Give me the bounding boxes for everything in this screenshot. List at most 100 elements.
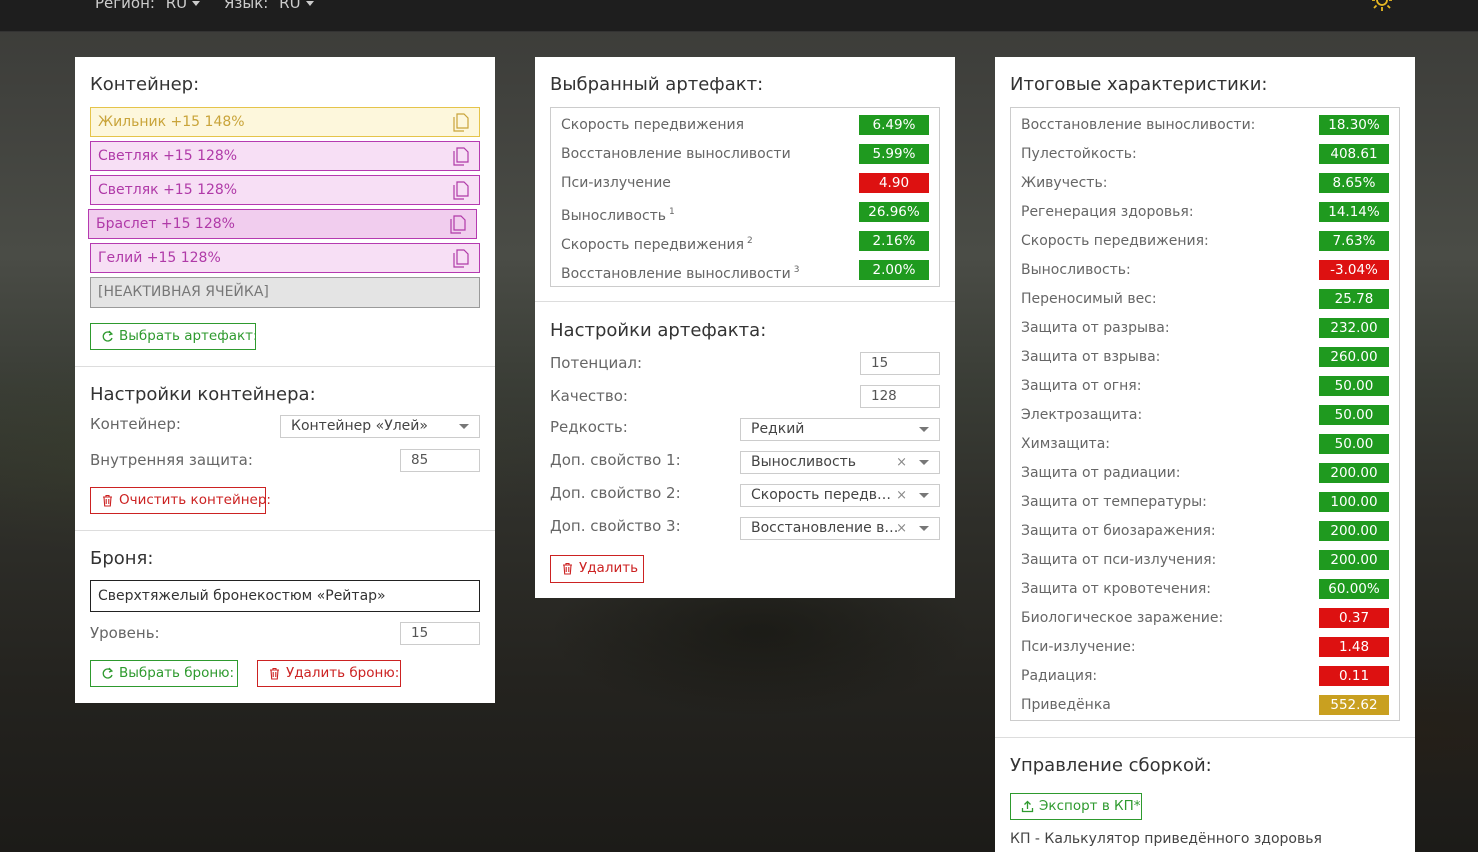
container-slot-2[interactable]: Светляк +15 128% (90, 141, 480, 171)
artifact-stat-value: 5.99% (859, 144, 929, 164)
artifact-title: Выбранный артефакт: (550, 74, 764, 95)
chevron-down-icon (459, 424, 469, 429)
clear-icon[interactable]: × (896, 518, 907, 539)
extra-property-3-label: Доп. свойство 3: (550, 517, 681, 535)
total-stat-value: 50.00 (1319, 405, 1389, 425)
choose-artifact-button[interactable]: Выбрать артефакт: (90, 323, 258, 350)
copy-icon[interactable] (450, 215, 466, 234)
extra-property-2-select[interactable]: Скорость передвижения × (740, 484, 940, 507)
copy-icon[interactable] (453, 147, 469, 166)
total-stat-name: Пулестойкость: (1021, 146, 1137, 162)
total-stat-value: 552.62 (1319, 695, 1389, 715)
refresh-icon (102, 330, 114, 342)
total-stat-name: Защита от огня: (1021, 378, 1142, 394)
total-stat-name: Защита от биозаражения: (1021, 523, 1216, 539)
artifact-stat-value: 4.90 (859, 173, 929, 193)
chevron-down-icon (919, 427, 929, 432)
language-selector[interactable]: Язык: RU (224, 0, 314, 12)
artifact-settings-title: Настройки артефакта: (550, 320, 767, 341)
region-selector[interactable]: Регион: RU (95, 0, 201, 12)
total-stat-name: Химзащита: (1021, 436, 1111, 452)
total-stat-value: 260.00 (1319, 347, 1389, 367)
extra-property-2-label: Доп. свойство 2: (550, 484, 681, 502)
total-stat-name: Защита от взрыва: (1021, 349, 1161, 365)
container-settings-title: Настройки контейнера: (90, 384, 316, 405)
artifact-stat-name: Восстановление выносливости (561, 146, 791, 162)
total-stat-value: 200.00 (1319, 550, 1389, 570)
clear-icon[interactable]: × (896, 452, 907, 473)
copy-icon[interactable] (453, 249, 469, 268)
divider (75, 366, 495, 367)
chevron-down-icon (192, 1, 201, 6)
trash-icon (563, 562, 572, 575)
totals-title: Итоговые характеристики: (1010, 74, 1268, 95)
total-stat-name: Защита от разрыва: (1021, 320, 1170, 336)
extra-property-1-select[interactable]: Выносливость × (740, 451, 940, 474)
total-stat-name: Радиация: (1021, 668, 1098, 684)
copy-icon[interactable] (453, 113, 469, 132)
artifact-stat-name: Скорость передвижения (561, 117, 744, 133)
total-stat-name: Защита от температуры: (1021, 494, 1207, 510)
totals-panel: Итоговые характеристики: Восстановление … (995, 57, 1415, 852)
quality-input[interactable]: 128 (860, 385, 940, 408)
armor-level-input[interactable]: 15 (400, 622, 480, 645)
container-slot-4-selected[interactable]: Браслет +15 128% (88, 209, 477, 239)
total-stat-name: Биологическое заражение: (1021, 610, 1224, 626)
total-stat-value: 7.63% (1319, 231, 1389, 251)
total-stat-name: Живучесть: (1021, 175, 1108, 191)
artifact-panel: Выбранный артефакт: Скорость передвижени… (535, 57, 955, 598)
container-slot-5[interactable]: Гелий +15 128% (90, 243, 480, 273)
copy-icon[interactable] (453, 181, 469, 200)
total-stat-value: 100.00 (1319, 492, 1389, 512)
total-stat-value: 232.00 (1319, 318, 1389, 338)
inner-protection-label: Внутренняя защита: (90, 451, 253, 469)
container-type-select[interactable]: Контейнер «Улей» (280, 415, 480, 438)
total-stat-value: 18.30% (1319, 115, 1389, 135)
total-stat-name: Восстановление выносливости: (1021, 117, 1256, 133)
inner-protection-input[interactable]: 85 (400, 449, 480, 472)
total-stat-value: 60.00% (1319, 579, 1389, 599)
total-stat-value: 14.14% (1319, 202, 1389, 222)
container-title: Контейнер: (90, 74, 200, 95)
rarity-select[interactable]: Редкий (740, 418, 940, 441)
artifact-stat-value: 6.49% (859, 115, 929, 135)
divider (535, 301, 955, 302)
total-stat-value: 408.61 (1319, 144, 1389, 164)
total-stat-name: Защита от кровотечения: (1021, 581, 1211, 597)
extra-property-3-select[interactable]: Восстановление выносливости × (740, 517, 940, 540)
artifact-stat-value: 2.16% (859, 231, 929, 251)
upload-icon (1021, 800, 1034, 813)
total-stat-name: Электрозащита: (1021, 407, 1143, 423)
chevron-down-icon (919, 460, 929, 465)
total-stat-value: -3.04% (1319, 260, 1389, 280)
clear-icon[interactable]: × (896, 485, 907, 506)
build-management-title: Управление сборкой: (1010, 755, 1212, 776)
total-stat-name: Переносимый вес: (1021, 291, 1157, 307)
trash-icon (103, 494, 112, 507)
potential-input[interactable]: 15 (860, 352, 940, 375)
total-stat-name: Скорость передвижения: (1021, 233, 1209, 249)
refresh-icon (102, 667, 114, 679)
total-stat-name: Выносливость: (1021, 262, 1131, 278)
container-slot-1[interactable]: Жильник +15 148% (90, 107, 480, 137)
quality-label: Качество: (550, 387, 628, 405)
armor-name-field[interactable]: Сверхтяжелый бронекостюм «Рейтар» (90, 580, 480, 612)
total-stat-name: Защита от пси-излучения: (1021, 552, 1217, 568)
armor-level-label: Уровень: (90, 624, 160, 642)
potential-label: Потенциал: (550, 354, 643, 372)
export-button[interactable]: Экспорт в КП* (1010, 793, 1142, 820)
delete-armor-button[interactable]: Удалить броню: (257, 660, 401, 687)
delete-artifact-button[interactable]: Удалить (550, 555, 644, 583)
sun-icon[interactable] (1371, 0, 1393, 14)
top-navbar: Регион: RU Язык: RU (0, 0, 1478, 32)
artifact-stat-name: Восстановление выносливости 3 (561, 265, 800, 282)
chevron-down-icon (919, 526, 929, 531)
choose-armor-button[interactable]: Выбрать броню: (90, 660, 238, 687)
total-stat-name: Пси-излучение: (1021, 639, 1136, 655)
container-slot-3[interactable]: Светляк +15 128% (90, 175, 480, 205)
chevron-down-icon (919, 493, 929, 498)
clear-container-button[interactable]: Очистить контейнер: (90, 487, 271, 514)
total-stat-name: Приведёнка (1021, 697, 1111, 713)
totals-stats-table: Восстановление выносливости: 18.30% Пулест… (1010, 107, 1400, 721)
total-stat-value: 200.00 (1319, 521, 1389, 541)
